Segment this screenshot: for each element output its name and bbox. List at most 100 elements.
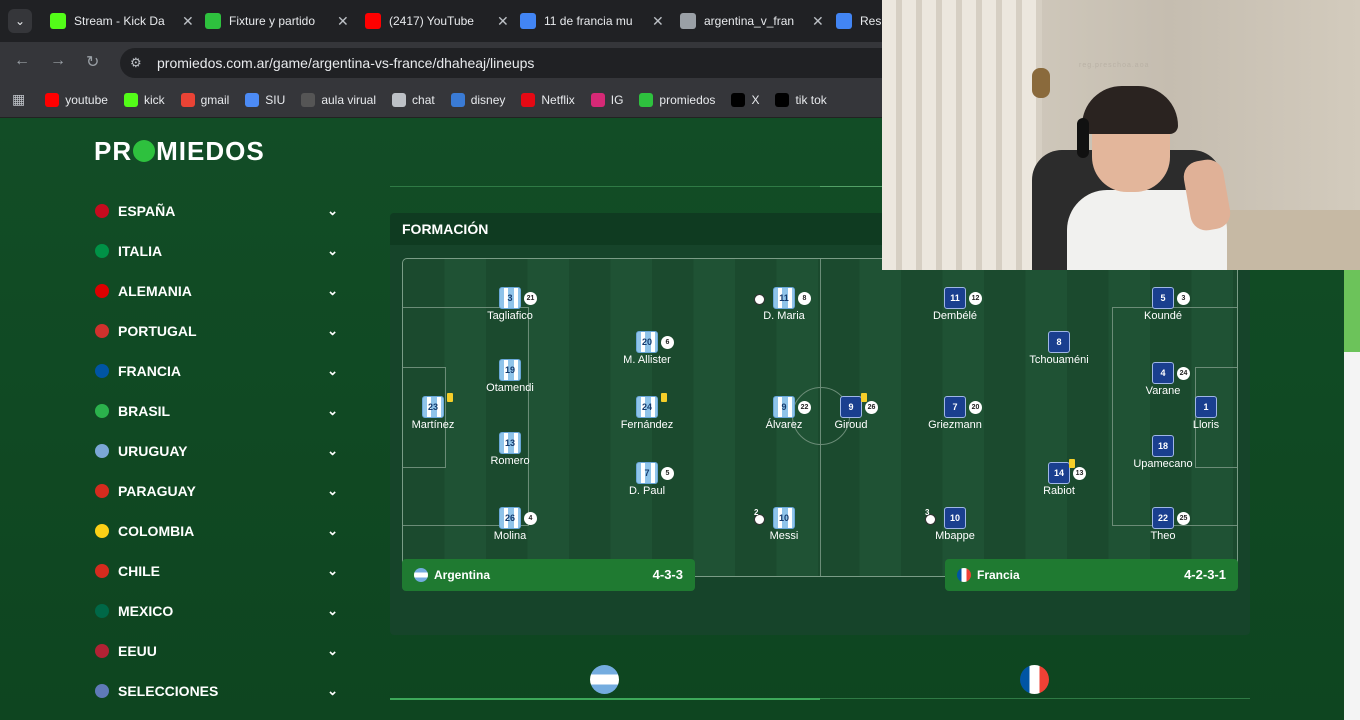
player-fra[interactable]: 7 20 Griezmann [900,396,1010,431]
player-arg[interactable]: 11 8 D. Maria [729,287,839,322]
promiedos-logo[interactable]: PR MIEDOS [94,136,265,167]
back-icon[interactable]: ← [14,52,30,70]
player-fra[interactable]: 18 Upamecano [1108,435,1218,470]
close-tab-icon[interactable]: ✕ [497,13,509,30]
jersey-number: 1 [1203,402,1209,412]
browser-tab[interactable]: argentina_v_fran ✕ [672,7,824,35]
player-arg[interactable]: 23 Martínez [403,393,488,431]
sidebar-item-españa[interactable]: ESPAÑA ⌄ [90,191,350,231]
bookmark-x[interactable]: X [731,92,759,107]
browser-tab[interactable]: Resu [828,7,890,35]
chevron-down-icon[interactable]: ⌄ [327,363,338,379]
player-fra[interactable]: 22 25 Theo [1108,507,1218,542]
chevron-down-icon[interactable]: ⌄ [327,643,338,659]
aula-icon [301,92,316,107]
player-arg[interactable]: 3 21 Tagliafico [455,287,565,322]
chevron-down-icon[interactable]: ⌄ [327,563,338,579]
sidebar-item-paraguay[interactable]: PARAGUAY ⌄ [90,471,350,511]
bookmark-aula-virual[interactable]: aula virual [301,92,376,107]
player-arg[interactable]: 26 4 Molina [455,507,565,542]
player-fra[interactable]: 1 Lloris [1151,396,1237,431]
player-name: Mbappe [935,530,975,542]
browser-tab[interactable]: Stream - Kick Da ✕ [42,7,194,35]
player-arg[interactable]: 7 5 D. Paul [592,462,702,497]
chevron-down-icon[interactable]: ⌄ [327,523,338,539]
browser-tab[interactable]: (2417) YouTube ✕ [357,7,509,35]
country-flag-icon [95,364,109,378]
bookmark-youtube[interactable]: youtube [45,92,108,107]
player-arg[interactable]: 20 6 M. Allister [592,331,702,366]
player-arg[interactable]: 13 Romero [455,432,565,467]
wall-text: reg.preschoa.aoa [1079,62,1150,69]
chevron-down-icon[interactable]: ⌄ [327,443,338,459]
away-team-bar[interactable]: Francia 4-2-3-1 [945,559,1238,591]
sidebar-item-portugal[interactable]: PORTUGAL ⌄ [90,311,350,351]
player-arg[interactable]: 10 2 Messi [729,507,839,542]
url-text[interactable]: promiedos.com.ar/game/argentina-vs-franc… [157,55,534,71]
chevron-down-icon[interactable]: ⌄ [327,243,338,259]
bookmark-ig[interactable]: IG [590,92,623,107]
player-fra[interactable]: 5 3 Koundé [1108,287,1218,322]
reload-icon[interactable]: ↻ [86,52,99,72]
sidebar-item-colombia[interactable]: COLOMBIA ⌄ [90,511,350,551]
close-tab-icon[interactable]: ✕ [812,13,824,30]
browser-tab[interactable]: 11 de francia mu ✕ [512,7,664,35]
chevron-down-icon[interactable]: ⌄ [327,323,338,339]
bookmark-chat[interactable]: chat [392,92,435,107]
browser-tab[interactable]: Fixture y partido ✕ [197,7,349,35]
argentina-flag-icon[interactable] [590,665,619,694]
country-flag-icon [95,524,109,538]
site-settings-icon[interactable]: ⚙ [130,55,142,71]
player-fra[interactable]: 8 Tchouaméni [1004,331,1114,366]
jersey-icon: 11 12 [944,287,982,309]
sidebar-item-italia[interactable]: ITALIA ⌄ [90,231,350,271]
sidebar-item-selecciones[interactable]: SELECCIONES ⌄ [90,671,350,711]
france-flag-icon[interactable] [1020,665,1049,694]
player-fra[interactable]: 10 3 Mbappe [900,507,1010,542]
sidebar-item-uruguay[interactable]: URUGUAY ⌄ [90,431,350,471]
bookmark-siu[interactable]: SIU [245,92,285,107]
sidebar-item-label: PORTUGAL [118,323,197,339]
chevron-down-icon[interactable]: ⌄ [327,203,338,219]
chevron-down-icon[interactable]: ⌄ [327,403,338,419]
sidebar-item-eeuu[interactable]: EEUU ⌄ [90,631,350,671]
goal-ball-icon [754,294,765,305]
player-fra[interactable]: 4 24 Varane [1108,362,1218,397]
sidebar-item-alemania[interactable]: ALEMANIA ⌄ [90,271,350,311]
chevron-down-icon[interactable]: ⌄ [327,603,338,619]
bookmark-promiedos[interactable]: promiedos [639,92,715,107]
sidebar-item-mexico[interactable]: MEXICO ⌄ [90,591,350,631]
player-fra[interactable]: 14 13 Rabiot [1004,459,1114,497]
player-name: Martínez [411,419,455,431]
bookmark-gmail[interactable]: gmail [180,92,229,107]
sidebar-item-francia[interactable]: FRANCIA ⌄ [90,351,350,391]
bookmark-disney[interactable]: disney [450,92,505,107]
close-tab-icon[interactable]: ✕ [182,13,194,30]
close-tab-icon[interactable]: ✕ [337,13,349,30]
player-arg[interactable]: 19 Otamendi [455,359,565,394]
player-fra[interactable]: 11 12 Dembélé [900,287,1010,322]
sidebar-item-brasil[interactable]: BRASIL ⌄ [90,391,350,431]
close-tab-icon[interactable]: ✕ [652,13,664,30]
forward-icon[interactable]: → [50,52,66,70]
player-arg[interactable]: 24 Fernández [592,393,702,431]
chevron-down-icon[interactable]: ⌄ [327,683,338,699]
chevron-down-icon[interactable]: ⌄ [327,283,338,299]
player-fra[interactable]: 9 26 Giroud [796,393,906,431]
bookmark-kick[interactable]: kick [123,92,165,107]
google-icon [836,13,852,29]
bookmark-tik-tok[interactable]: tik tok [775,92,827,107]
scrollbar-thumb[interactable] [1344,270,1360,352]
tab-title: Stream - Kick Da [74,14,165,28]
home-team-bar[interactable]: Argentina 4-3-3 [402,559,695,591]
tab-search-icon[interactable]: ⌄ [8,9,32,33]
siu-icon [245,92,260,107]
chevron-down-icon[interactable]: ⌄ [327,483,338,499]
apps-grid-icon[interactable]: ▦ [12,91,25,108]
jersey-number: 7 [952,402,958,412]
country-flag-icon [95,444,109,458]
player-name: Tagliafico [487,310,533,322]
sidebar-item-chile[interactable]: CHILE ⌄ [90,551,350,591]
bookmark-netflix[interactable]: Netflix [521,92,575,107]
jersey-icon: 9 26 [840,393,878,418]
